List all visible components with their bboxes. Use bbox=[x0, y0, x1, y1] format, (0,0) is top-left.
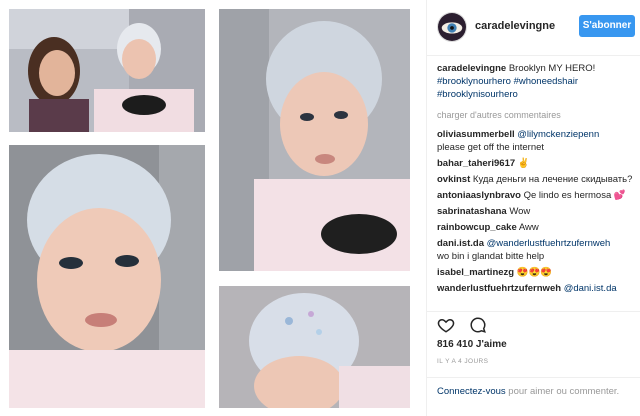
login-prompt: Connectez-vous pour aimer ou commenter. bbox=[427, 377, 640, 398]
comment-username[interactable]: oliviasummerbell bbox=[437, 129, 515, 140]
comment-item: rainbowcup_cake Aww bbox=[437, 221, 635, 234]
comment-username[interactable]: dani.ist.da bbox=[437, 238, 484, 249]
comment-item: bahar_taheri9617 ✌ bbox=[437, 157, 635, 170]
comment-text: please get off the internet bbox=[437, 142, 545, 153]
comment-icon[interactable] bbox=[469, 316, 487, 334]
comment-item: isabel_martinezg 😍😍😍 bbox=[437, 266, 635, 279]
post-timestamp: IL Y A 4 JOURS bbox=[437, 358, 489, 365]
comment-username[interactable]: antoniaaslynbravo bbox=[437, 190, 521, 201]
comment-text: Qe lindo es hermosa 💕 bbox=[523, 190, 626, 201]
comment-text: wo bin i glandat bitte help bbox=[437, 251, 545, 262]
comment-item: dani.ist.da @wanderlustfuehrtzufernweh w… bbox=[437, 237, 635, 263]
photo-glitter-head-closeup bbox=[219, 9, 410, 271]
like-count[interactable]: 816 410 J'aime bbox=[437, 339, 507, 350]
action-icons bbox=[437, 316, 497, 336]
caption: caradelevingne Brooklyn MY HERO! #brookl… bbox=[437, 62, 635, 101]
comment-username[interactable]: bahar_taheri9617 bbox=[437, 158, 515, 169]
comment-text: Куда деньги на лечение скидывать? bbox=[472, 174, 633, 185]
comment-item: ovkinst Куда деньги на лечение скидывать… bbox=[437, 173, 635, 186]
header-username[interactable]: caradelevingne bbox=[475, 20, 555, 32]
follow-button[interactable]: S'abonner bbox=[579, 15, 635, 37]
comment-item: wanderlustfuehrtzufernweh @dani.ist.da bbox=[437, 282, 635, 295]
comment-mention[interactable]: @dani.ist.da bbox=[564, 283, 617, 294]
hashtag-link[interactable]: #brooklynisourhero bbox=[437, 89, 518, 100]
comment-mention[interactable]: @wanderlustfuehrtzufernweh bbox=[487, 238, 611, 249]
login-link[interactable]: Connectez-vous bbox=[437, 386, 506, 397]
comment-item: sabrinatashana Wow bbox=[437, 205, 635, 218]
comment-username[interactable]: isabel_martinezg bbox=[437, 267, 514, 278]
load-more-comments-link[interactable]: charger d'autres commentaires bbox=[437, 109, 635, 122]
photo-two-girls bbox=[9, 9, 205, 132]
caption-text: Brooklyn MY HERO! bbox=[508, 63, 596, 74]
comment-text: ✌ bbox=[517, 158, 530, 169]
comment-mention[interactable]: @lilymckenziepenn bbox=[517, 129, 599, 140]
comment-username[interactable]: sabrinatashana bbox=[437, 206, 507, 217]
comment-item: antoniaaslynbravo Qe lindo es hermosa 💕 bbox=[437, 189, 635, 202]
caption-username[interactable]: caradelevingne bbox=[437, 63, 506, 74]
comment-text: Aww bbox=[518, 222, 539, 233]
photo-glitter-top-of-head bbox=[219, 286, 410, 408]
post-sidebar: caradelevingne S'abonner caradelevingne … bbox=[426, 0, 640, 416]
comment-username[interactable]: rainbowcup_cake bbox=[437, 222, 517, 233]
comment-text: Wow bbox=[509, 206, 531, 217]
post-media[interactable] bbox=[0, 0, 426, 416]
comment-item: oliviasummerbell @lilymckenziepenn pleas… bbox=[437, 128, 635, 154]
hashtag-link[interactable]: #brooklynourhero bbox=[437, 76, 511, 87]
photo-glitter-selfie bbox=[9, 145, 205, 408]
avatar[interactable] bbox=[437, 12, 467, 42]
heart-icon[interactable] bbox=[437, 316, 455, 334]
login-prompt-text: pour aimer ou commenter. bbox=[505, 386, 620, 397]
comment-username[interactable]: wanderlustfuehrtzufernweh bbox=[437, 283, 561, 294]
comments-list: caradelevingne Brooklyn MY HERO! #brookl… bbox=[437, 62, 635, 298]
comment-username[interactable]: ovkinst bbox=[437, 174, 470, 185]
post-header: caradelevingne S'abonner bbox=[427, 0, 640, 56]
comment-text: 😍😍😍 bbox=[516, 267, 553, 278]
post-actions: 816 410 J'aime IL Y A 4 JOURS Connectez-… bbox=[427, 311, 640, 416]
hashtag-link[interactable]: #whoneedshair bbox=[514, 76, 578, 87]
